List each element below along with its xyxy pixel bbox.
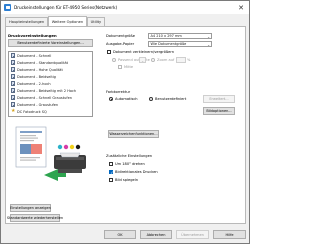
rotate-180-checkbox[interactable] (109, 162, 113, 166)
preset-label: Dokument - Graustufen (17, 102, 59, 107)
list-item[interactable]: Dokument - Schnell (9, 52, 92, 59)
custom-presets-button[interactable]: Benutzerdefinierte Voreinstellungen... (8, 39, 93, 47)
document-preview-icon (15, 126, 47, 168)
preset-label: Dokument - Beidseitig mit 2 Hoch (17, 88, 77, 93)
printer-preview-illustration (15, 126, 86, 181)
image-options-button[interactable]: Bildoptionen... (203, 107, 235, 115)
list-item[interactable]: Dokument - Graustufen (9, 101, 92, 108)
document-icon (11, 102, 15, 107)
title-bar: Druckeinstellungen für ET-4950 Series(Ne… (1, 1, 249, 14)
center-checkbox[interactable] (118, 65, 122, 69)
preset-label: Dokument - Standardqualität (17, 60, 68, 65)
doc-size-label: Dokumentgröße (106, 34, 135, 38)
presets-title: Druckvoreinstellungen (8, 33, 57, 38)
doc-size-select[interactable]: A4 210 x 297 mm ⌄ (148, 33, 212, 39)
chevron-down-icon: ⌄ (207, 43, 210, 48)
printer-app-icon (4, 4, 11, 11)
advanced-button[interactable]: Erweitert... (203, 95, 235, 103)
show-settings-button[interactable]: Einstellungen anzeigen (10, 204, 51, 212)
rotate-180-label: Um 180° drehen (115, 162, 145, 166)
list-item[interactable]: Dokument - Hohe Qualität (9, 66, 92, 73)
zoom-to-radio[interactable] (151, 58, 155, 62)
preset-label: DC Fotodruck SQ (17, 109, 47, 114)
preset-label: Dokument - 2-hoch (17, 81, 51, 86)
cancel-button[interactable]: Abbrechen (140, 230, 172, 239)
mirror-image-label: Bild spiegeln (115, 178, 139, 182)
list-item[interactable]: Dokument - Schnell Graustufen (9, 94, 92, 101)
document-icon (11, 60, 15, 65)
doc-size-value: A4 210 x 297 mm (150, 34, 182, 38)
tab-utility[interactable]: Utility (86, 17, 106, 26)
output-paper-label: Ausgabe-Papier (106, 42, 135, 46)
tab-main-settings[interactable]: Haupteinstellungen (5, 17, 49, 26)
document-icon (11, 67, 15, 72)
ok-button[interactable]: OK (104, 230, 136, 239)
ink-drops-icon (57, 144, 81, 150)
print-settings-dialog: Druckeinstellungen für ET-4950 Series(Ne… (0, 0, 250, 244)
close-icon: ✕ (238, 3, 244, 12)
custom-color-radio[interactable] (149, 97, 153, 101)
center-label: Mitte (124, 65, 134, 69)
reduce-enlarge-checkbox[interactable] (107, 50, 111, 54)
fit-page-size-select[interactable]: ⌄ (139, 57, 146, 63)
apply-button[interactable]: Übernehmen (176, 230, 209, 239)
list-item[interactable]: ★ DC Fotodruck SQ (9, 108, 92, 115)
list-item[interactable]: Dokument - Beidseitig mit 2 Hoch (9, 87, 92, 94)
zoom-to-label: Zoom auf (157, 58, 175, 62)
tab-bar: Haupteinstellungen Weitere Optionen Util… (5, 16, 106, 26)
additional-settings-title: Zusätzliche Einstellungen (106, 154, 153, 158)
auto-color-label: Automatisch (115, 97, 138, 101)
tab-more-options[interactable]: Weitere Optionen (47, 16, 88, 26)
star-icon: ★ (11, 108, 16, 114)
more-options-panel: Druckvoreinstellungen Benutzerdefinierte… (5, 26, 246, 224)
document-icon (11, 95, 15, 100)
color-correction-title: Farbkorrektur (106, 90, 131, 94)
zoom-unit-label: % (187, 58, 191, 62)
list-item[interactable]: Dokument - Standardqualität (9, 59, 92, 66)
watermark-features-button[interactable]: Wasserzeichenfunktionen... (108, 130, 159, 138)
custom-color-label: Benutzerdefiniert (155, 97, 187, 101)
chevron-down-icon: ⌄ (207, 35, 210, 40)
output-paper-select[interactable]: Wie Dokumentgröße ⌄ (148, 41, 212, 47)
list-item[interactable]: Dokument - Beidseitig (9, 73, 92, 80)
help-button[interactable]: Hilfe (213, 230, 246, 239)
chevron-down-icon: ⌄ (141, 59, 144, 64)
preset-label: Dokument - Schnell Graustufen (17, 95, 72, 100)
preset-label: Dokument - Beidseitig (17, 74, 56, 79)
fit-to-page-radio[interactable] (112, 58, 116, 62)
auto-color-radio[interactable] (109, 97, 113, 101)
document-icon (11, 88, 15, 93)
preset-label: Dokument - Schnell (17, 53, 52, 58)
restore-defaults-button[interactable]: Standardwerte wiederherstellen (7, 214, 63, 222)
window-title: Druckeinstellungen für ET-4950 Series(Ne… (14, 5, 118, 10)
bidirectional-label: Bidirektionales Drucken (115, 170, 158, 174)
zoom-percent-input[interactable] (176, 57, 186, 63)
document-icon (11, 81, 15, 86)
output-paper-value: Wie Dokumentgröße (150, 42, 187, 46)
close-button[interactable]: ✕ (235, 2, 247, 13)
document-icon (11, 74, 15, 79)
bidirectional-checkbox[interactable] (109, 170, 114, 175)
printer-icon (54, 152, 86, 173)
document-icon (11, 53, 15, 58)
reduce-enlarge-label: Dokument verkleinern/vergrößern (113, 50, 175, 54)
preset-label: Dokument - Hohe Qualität (17, 67, 63, 72)
presets-list[interactable]: Dokument - Schnell Dokument - Standardqu… (8, 51, 93, 117)
list-item[interactable]: Dokument - 2-hoch (9, 80, 92, 87)
mirror-image-checkbox[interactable] (109, 178, 113, 182)
